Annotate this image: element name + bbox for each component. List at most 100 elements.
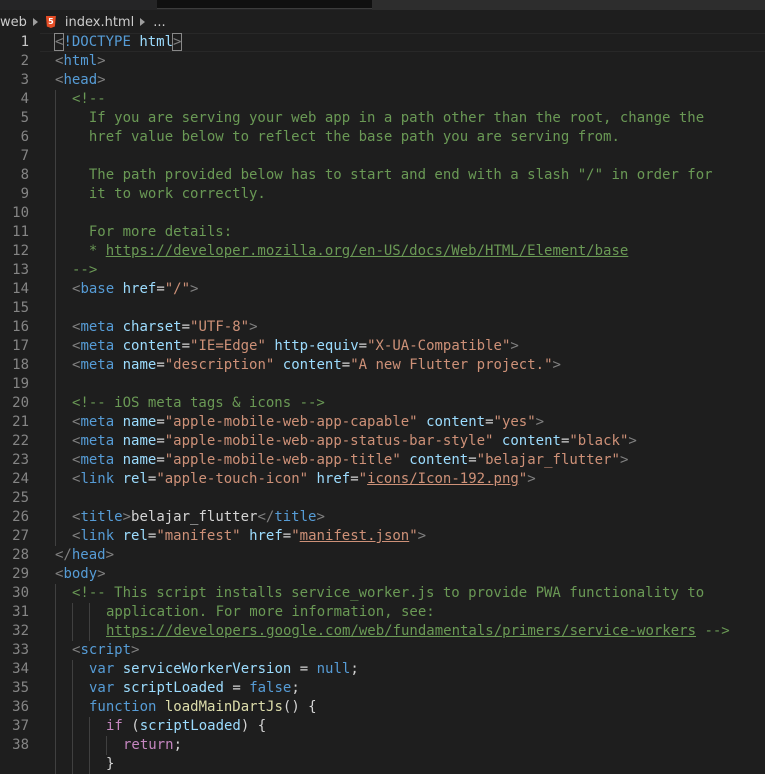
- code-line[interactable]: 11 For more details:: [0, 223, 765, 242]
- code-line[interactable]: 21 <meta name="apple-mobile-web-app-capab…: [0, 413, 765, 432]
- code-line[interactable]: }: [0, 755, 765, 774]
- breadcrumb-file[interactable]: index.html: [65, 15, 134, 30]
- line-number: 28: [12, 547, 29, 563]
- code-token: false: [249, 680, 292, 696]
- code-link[interactable]: https://developer.mozilla.org/en-US/docs…: [106, 243, 629, 259]
- code-line[interactable]: 31 application. For more information, see…: [0, 603, 765, 622]
- code-line[interactable]: 19: [0, 375, 765, 394]
- code-token: </: [55, 547, 72, 563]
- code-line[interactable]: 22 <meta name="apple-mobile-web-app-statu…: [0, 432, 765, 451]
- breadcrumb-symbols[interactable]: ...: [153, 15, 165, 30]
- code-line[interactable]: 14 <base href="/">: [0, 280, 765, 299]
- line-number: 1: [20, 34, 29, 50]
- line-number: 25: [12, 490, 29, 506]
- code-line[interactable]: 34 var serviceWorkerVersion = null;: [0, 660, 765, 679]
- indent-guide: [55, 147, 56, 166]
- code-line[interactable]: 8 The path provided below has to start a…: [0, 166, 765, 185]
- code-line[interactable]: 15: [0, 299, 765, 318]
- code-line[interactable]: 18 <meta name="description" content="A ne…: [0, 356, 765, 375]
- code-token: body: [63, 566, 98, 582]
- code-line[interactable]: 6 href value below to reflect the base p…: [0, 128, 765, 147]
- code-line[interactable]: 33 <script>: [0, 641, 765, 660]
- code-token: <!-- This script installs service_worker…: [72, 585, 705, 601]
- code-line[interactable]: 37 if (scriptLoaded) {: [0, 717, 765, 736]
- code-link[interactable]: https://developers.google.com/web/fundam…: [106, 623, 696, 639]
- code-token: "apple-mobile-web-app-status-bar-style": [164, 433, 494, 449]
- code-line[interactable]: 9 it to work correctly.: [0, 185, 765, 204]
- code-token: ": [409, 528, 418, 544]
- code-token: http-equiv: [274, 338, 359, 354]
- code-token: serviceWorkerVersion: [122, 661, 292, 677]
- code-token: >: [628, 433, 637, 449]
- breadcrumb: web 5 index.html ...: [0, 12, 765, 32]
- code-token: =: [181, 338, 191, 354]
- code-token: name: [122, 433, 157, 449]
- code-text: <meta charset="UTF-8">: [72, 318, 258, 337]
- code-line[interactable]: 4 <!--: [0, 90, 765, 109]
- code-token: href value below to reflect the base pat…: [72, 129, 620, 145]
- code-line[interactable]: 23 <meta name="apple-mobile-web-app-title…: [0, 451, 765, 470]
- code-line[interactable]: 36 function loadMainDartJs() {: [0, 698, 765, 717]
- indent-guide: [55, 185, 56, 204]
- code-line[interactable]: 32 https://developers.google.com/web/fund…: [0, 622, 765, 641]
- code-token: html: [139, 34, 174, 50]
- code-token: if: [106, 718, 123, 734]
- code-line[interactable]: 7: [0, 147, 765, 166]
- code-token: "UTF-8": [190, 319, 250, 335]
- code-token: >: [122, 509, 132, 525]
- code-line[interactable]: 12 * https://developer.mozilla.org/en-US…: [0, 242, 765, 261]
- indent-guide: [72, 755, 73, 774]
- code-text: * https://developer.mozilla.org/en-US/do…: [72, 242, 628, 261]
- code-line[interactable]: 24 <link rel="apple-touch-icon" href="ico…: [0, 470, 765, 489]
- code-line[interactable]: 27 <link rel="manifest" href="manifest.js…: [0, 527, 765, 546]
- code-token: content: [501, 433, 561, 449]
- code-token: script: [80, 642, 132, 658]
- code-line[interactable]: 38 return;: [0, 736, 765, 755]
- code-text: var scriptLoaded = false;: [89, 679, 300, 698]
- code-token: "yes": [493, 414, 536, 430]
- code-line[interactable]: 13 -->: [0, 261, 765, 280]
- code-line[interactable]: 26 <title>belajar_flutter</title>: [0, 508, 765, 527]
- breadcrumb-folder[interactable]: web: [0, 15, 27, 30]
- line-number: 37: [12, 718, 29, 734]
- indent-guide: [89, 717, 90, 736]
- code-line[interactable]: 3 <head>: [0, 71, 765, 90]
- code-line[interactable]: 17 <meta content="IE=Edge" http-equiv="X-…: [0, 337, 765, 356]
- code-text: it to work correctly.: [72, 185, 266, 204]
- code-line[interactable]: 25: [0, 489, 765, 508]
- indent-guide: [55, 622, 56, 641]
- code-link[interactable]: manifest.json: [300, 528, 410, 544]
- code-link[interactable]: icons/Icon-192.png: [367, 471, 519, 487]
- code-line[interactable]: 20 <!-- iOS meta tags & icons -->: [0, 394, 765, 413]
- code-token: >: [249, 319, 258, 335]
- indent-guide: [55, 280, 56, 299]
- tab-hover-preview: [157, 0, 372, 9]
- tab-strip-empty-area: [372, 0, 765, 10]
- indent-guide: [72, 679, 73, 698]
- indent-guide: [55, 109, 56, 128]
- code-token: application. For more information, see:: [106, 604, 435, 620]
- code-line[interactable]: 30 <!-- This script installs service_work…: [0, 584, 765, 603]
- line-number: 36: [12, 699, 29, 715]
- code-token: >: [97, 53, 106, 69]
- line-number: 14: [12, 281, 29, 297]
- code-line[interactable]: 29 <body>: [0, 565, 765, 584]
- code-line[interactable]: 16 <meta charset="UTF-8">: [0, 318, 765, 337]
- code-token: >: [131, 642, 140, 658]
- code-token: >: [97, 72, 106, 88]
- code-token: content: [426, 414, 486, 430]
- code-token: <!--: [72, 91, 106, 107]
- code-line[interactable]: 35 var scriptLoaded = false;: [0, 679, 765, 698]
- code-text: <!-- This script installs service_worker…: [72, 584, 704, 603]
- code-line[interactable]: 1 <!DOCTYPE html>: [0, 33, 765, 52]
- code-token: href: [316, 471, 351, 487]
- code-line[interactable]: 2 <html>: [0, 52, 765, 71]
- code-editor[interactable]: 1 <!DOCTYPE html> 2 <html> 3 <head> 4 <!-- 5 If …: [0, 32, 765, 774]
- code-line[interactable]: 10: [0, 204, 765, 223]
- code-line[interactable]: 5 If you are serving your web app in a p…: [0, 109, 765, 128]
- code-line[interactable]: 28 </head>: [0, 546, 765, 565]
